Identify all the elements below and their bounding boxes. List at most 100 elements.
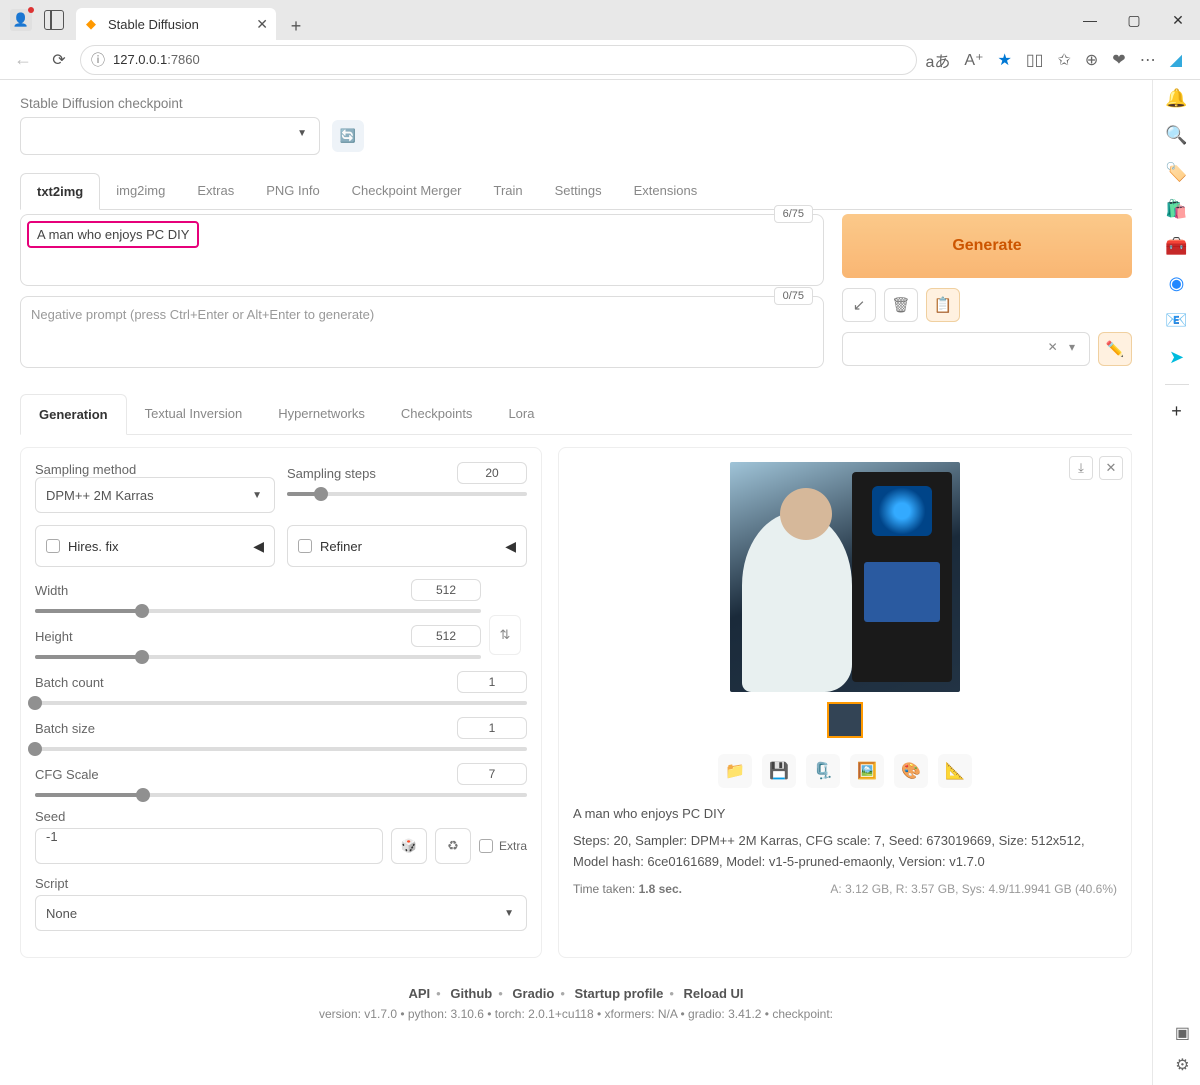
- app-content: Stable Diffusion checkpoint 🔄 txt2img im…: [0, 80, 1152, 1085]
- more-menu-icon[interactable]: ⋯: [1140, 50, 1156, 70]
- tools-icon[interactable]: 🧰: [1165, 236, 1187, 257]
- window-titlebar: 👤 ◆ Stable Diffusion ✕ + — ▢ ✕: [0, 0, 1200, 40]
- checkpoint-select[interactable]: [20, 117, 320, 155]
- save-button[interactable]: 💾: [762, 754, 796, 788]
- close-image-button[interactable]: ✕: [1099, 456, 1123, 480]
- new-tab-button[interactable]: +: [282, 12, 310, 40]
- maximize-button[interactable]: ▢: [1112, 0, 1156, 40]
- sampling-steps-value[interactable]: 20: [457, 462, 527, 484]
- seed-input[interactable]: -1: [35, 828, 383, 864]
- interrogate-button[interactable]: ↙: [842, 288, 876, 322]
- generate-button[interactable]: Generate: [842, 214, 1132, 278]
- checkbox-icon: [46, 539, 60, 553]
- subtab-generation[interactable]: Generation: [20, 394, 127, 435]
- close-window-button[interactable]: ✕: [1156, 0, 1200, 40]
- edit-styles-button[interactable]: ✏️: [1098, 332, 1132, 366]
- office-icon[interactable]: ◉: [1169, 273, 1185, 294]
- health-icon[interactable]: ❤︎: [1112, 50, 1125, 70]
- site-info-icon[interactable]: ⓘ: [91, 50, 105, 70]
- subtab-textual-inversion[interactable]: Textual Inversion: [127, 394, 261, 434]
- favorites-icon[interactable]: ✩: [1057, 50, 1070, 70]
- send-img2img-button[interactable]: 🖼️: [850, 754, 884, 788]
- open-folder-button[interactable]: 📁: [718, 754, 752, 788]
- footer-link-gradio[interactable]: Gradio: [512, 986, 554, 1001]
- favorite-star-icon[interactable]: ★: [998, 50, 1012, 70]
- thumbnail[interactable]: [827, 702, 863, 738]
- prompt-textarea[interactable]: 6/75 A man who enjoys PC DIY: [20, 214, 824, 286]
- output-prompt-echo: A man who enjoys PC DIY: [573, 804, 1117, 825]
- bell-icon[interactable]: 🔔: [1165, 88, 1187, 109]
- send-icon[interactable]: ➤: [1169, 347, 1184, 368]
- tab-extras[interactable]: Extras: [181, 173, 250, 209]
- divider: [1165, 384, 1189, 385]
- settings-gear-icon[interactable]: ⚙: [1175, 1055, 1189, 1075]
- sampling-method-select[interactable]: DPM++ 2M Karras: [35, 477, 275, 513]
- browser-tab[interactable]: ◆ Stable Diffusion ✕: [76, 8, 276, 40]
- clear-prompt-button[interactable]: 🗑: [884, 288, 918, 322]
- paste-button[interactable]: 📋: [926, 288, 960, 322]
- styles-select[interactable]: [842, 332, 1090, 366]
- batch-count-slider[interactable]: [35, 701, 527, 705]
- refresh-checkpoints-button[interactable]: 🔄: [332, 120, 364, 152]
- browser-toolbar: ← ⟳ ⓘ 127.0.0.1:7860 aあ A⁺ ★ ▯▯ ✩ ⊕ ❤︎ ⋯…: [0, 40, 1200, 80]
- copilot-icon[interactable]: ◢: [1170, 50, 1182, 70]
- tab-train[interactable]: Train: [478, 173, 539, 209]
- batch-size-value[interactable]: 1: [457, 717, 527, 739]
- footer-link-api[interactable]: API: [408, 986, 430, 1001]
- output-metadata: A man who enjoys PC DIY Steps: 20, Sampl…: [573, 804, 1117, 872]
- script-select[interactable]: None: [35, 895, 527, 931]
- sidebar-toggle-icon[interactable]: [44, 10, 64, 30]
- batch-count-value[interactable]: 1: [457, 671, 527, 693]
- height-slider[interactable]: [35, 655, 481, 659]
- address-bar[interactable]: ⓘ 127.0.0.1:7860: [80, 45, 917, 75]
- subtab-hypernetworks[interactable]: Hypernetworks: [260, 394, 383, 434]
- footer-link-reload[interactable]: Reload UI: [684, 986, 744, 1001]
- tag-icon[interactable]: 🏷️: [1165, 162, 1187, 183]
- tab-pnginfo[interactable]: PNG Info: [250, 173, 335, 209]
- reading-list-icon[interactable]: ▯▯: [1026, 50, 1044, 70]
- save-zip-button[interactable]: 🗜️: [806, 754, 840, 788]
- height-value[interactable]: 512: [411, 625, 481, 647]
- footer: API• Github• Gradio• Startup profile• Re…: [20, 986, 1132, 1021]
- add-sidebar-icon[interactable]: +: [1171, 401, 1182, 422]
- generation-sub-tabs: Generation Textual Inversion Hypernetwor…: [20, 394, 1132, 435]
- cfg-scale-slider[interactable]: [35, 793, 527, 797]
- batch-size-slider[interactable]: [35, 747, 527, 751]
- random-seed-button[interactable]: 🎲: [391, 828, 427, 864]
- tab-txt2img[interactable]: txt2img: [20, 173, 100, 210]
- tab-checkpoint-merger[interactable]: Checkpoint Merger: [336, 173, 478, 209]
- collections-icon[interactable]: ⊕: [1085, 50, 1098, 70]
- translate-icon[interactable]: aあ: [925, 48, 950, 72]
- tab-settings[interactable]: Settings: [539, 173, 618, 209]
- send-inpaint-button[interactable]: 🎨: [894, 754, 928, 788]
- hires-fix-toggle[interactable]: Hires. fix◀: [35, 525, 275, 567]
- outlook-icon[interactable]: 📧: [1165, 310, 1187, 331]
- footer-link-github[interactable]: Github: [450, 986, 492, 1001]
- seed-extra-toggle[interactable]: Extra: [479, 839, 527, 853]
- reuse-seed-button[interactable]: ♻: [435, 828, 471, 864]
- profile-avatar-icon[interactable]: 👤: [10, 9, 32, 31]
- reload-button[interactable]: ⟳: [46, 50, 72, 70]
- subtab-lora[interactable]: Lora: [490, 394, 552, 434]
- cfg-scale-value[interactable]: 7: [457, 763, 527, 785]
- close-tab-icon[interactable]: ✕: [256, 16, 268, 33]
- panel-toggle-icon[interactable]: ▣: [1175, 1023, 1190, 1043]
- sampling-steps-slider[interactable]: [287, 492, 527, 496]
- tab-img2img[interactable]: img2img: [100, 173, 181, 209]
- search-icon[interactable]: 🔍: [1165, 125, 1187, 146]
- tab-extensions[interactable]: Extensions: [618, 173, 714, 209]
- shopping-icon[interactable]: 🛍️: [1165, 199, 1187, 220]
- send-extras-button[interactable]: 📐: [938, 754, 972, 788]
- footer-link-startup[interactable]: Startup profile: [575, 986, 664, 1001]
- back-button[interactable]: ←: [8, 49, 38, 70]
- width-slider[interactable]: [35, 609, 481, 613]
- refiner-toggle[interactable]: Refiner◀: [287, 525, 527, 567]
- negative-prompt-textarea[interactable]: 0/75 Negative prompt (press Ctrl+Enter o…: [20, 296, 824, 368]
- minimize-button[interactable]: —: [1068, 0, 1112, 40]
- subtab-checkpoints[interactable]: Checkpoints: [383, 394, 491, 434]
- width-value[interactable]: 512: [411, 579, 481, 601]
- swap-dimensions-button[interactable]: ⇅: [489, 615, 521, 655]
- download-image-button[interactable]: ⤓: [1069, 456, 1093, 480]
- generated-image[interactable]: [730, 462, 960, 692]
- read-aloud-icon[interactable]: A⁺: [964, 50, 983, 70]
